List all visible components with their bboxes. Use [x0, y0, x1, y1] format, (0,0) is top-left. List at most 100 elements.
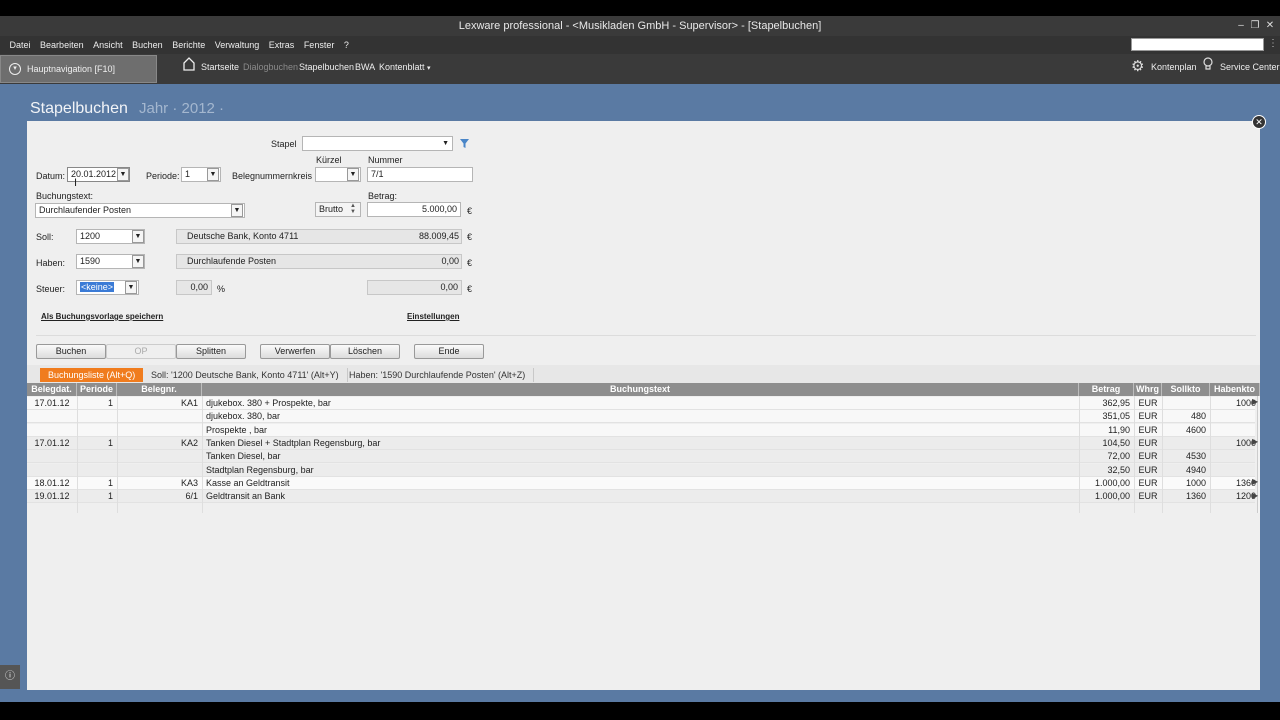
chevron-down-icon[interactable]: ▼: [231, 204, 243, 217]
column-header-habenkonto[interactable]: Habenkto: [1210, 383, 1260, 396]
save-template-link[interactable]: Als Buchungsvorlage speichern: [41, 312, 163, 321]
menu-bar: Datei Bearbeiten Ansicht Buchen Berichte…: [0, 36, 1280, 54]
column-header-buchungstext[interactable]: Buchungstext: [202, 383, 1079, 396]
soll-balance: 88.009,45: [418, 231, 459, 241]
cell-periode: [81, 464, 113, 477]
currency-symbol: €: [467, 284, 473, 294]
chevron-down-icon[interactable]: ▼: [125, 281, 137, 294]
op-button[interactable]: OP: [106, 344, 176, 359]
brutto-value: Brutto: [319, 204, 344, 214]
nummer-field[interactable]: 7/1: [367, 167, 473, 182]
nav-kontenblatt[interactable]: Kontenblatt: [379, 62, 425, 72]
menu-ansicht[interactable]: Ansicht: [90, 36, 126, 54]
cell-buchungstext: Stadtplan Regensburg, bar: [206, 464, 314, 475]
minimize-icon[interactable]: –: [1234, 16, 1248, 36]
haben-account-name: Durchlaufende Posten: [187, 256, 277, 266]
cell-habenkonto: [1214, 424, 1256, 437]
restore-icon[interactable]: ❐: [1248, 16, 1262, 36]
column-divider: [117, 396, 118, 513]
expand-icon[interactable]: ▶: [1252, 397, 1258, 406]
column-header-waehrung[interactable]: Whrg: [1134, 383, 1162, 396]
menu-fenster[interactable]: Fenster: [301, 36, 338, 54]
search-input[interactable]: [1131, 38, 1264, 51]
filter-icon[interactable]: [459, 138, 470, 149]
home-icon[interactable]: [183, 57, 195, 71]
menu-berichte[interactable]: Berichte: [169, 36, 208, 54]
column-header-belegdatum[interactable]: Belegdat.: [27, 383, 77, 396]
cell-belegdatum: 17.01.12: [34, 437, 70, 448]
chevron-down-icon: ▼: [442, 140, 449, 147]
close-window-icon[interactable]: ✕: [1263, 16, 1277, 36]
menu-help[interactable]: ?: [341, 36, 352, 54]
cell-habenkonto: 1360: [1235, 477, 1256, 488]
betrag-field[interactable]: 5.000,00: [367, 202, 461, 217]
spinner-arrows-icon[interactable]: ▲ ▼: [350, 203, 356, 215]
splitten-button[interactable]: Splitten: [176, 344, 246, 359]
buchungstext-label: Buchungstext:: [36, 191, 94, 201]
column-header-belegnr[interactable]: Belegnr.: [117, 383, 202, 396]
chevron-down-icon[interactable]: ▼: [347, 168, 359, 181]
cell-buchungstext: djukebox. 380, bar: [206, 411, 281, 422]
close-icon[interactable]: ✕: [1252, 115, 1266, 129]
cell-waehrung: EUR: [1138, 398, 1158, 408]
menu-verwaltung[interactable]: Verwaltung: [212, 36, 263, 54]
cell-sollkonto: 1000: [1185, 477, 1206, 488]
buchungstext-field[interactable]: Durchlaufender Posten: [35, 203, 245, 218]
menu-bearbeiten[interactable]: Bearbeiten: [37, 36, 87, 54]
verwerfen-button[interactable]: Verwerfen: [260, 344, 330, 359]
lightbulb-icon[interactable]: [1203, 57, 1213, 72]
chevron-down-icon[interactable]: ▼: [132, 255, 144, 268]
loeschen-button[interactable]: Löschen: [330, 344, 400, 359]
calendar-dropdown-icon[interactable]: ▼: [117, 168, 129, 181]
soll-account-info: Deutsche Bank, Konto 4711 88.009,45: [176, 229, 462, 244]
cell-betrag: 11,90: [1108, 424, 1130, 435]
menu-datei[interactable]: Datei: [7, 36, 34, 54]
tab-buchungsliste[interactable]: Buchungsliste (Alt+Q): [40, 368, 144, 382]
chevron-down-icon[interactable]: ▼: [132, 230, 144, 243]
expand-icon[interactable]: ▶: [1252, 477, 1258, 486]
info-icon[interactable]: ⓘ: [0, 665, 20, 689]
chevron-down-icon[interactable]: ▼: [207, 168, 219, 181]
cell-belegnr: 6/1: [185, 491, 198, 502]
cell-belegnr: KA1: [180, 398, 198, 408]
steuer-percent: 0,00: [176, 280, 212, 295]
gear-icon[interactable]: ⚙: [1131, 57, 1144, 75]
cell-sollkonto: 4600: [1185, 424, 1206, 435]
tab-soll[interactable]: Soll: '1200 Deutsche Bank, Konto 4711' (…: [143, 368, 348, 382]
nav-startseite[interactable]: Startseite: [201, 62, 239, 72]
soll-account-name: Deutsche Bank, Konto 4711: [187, 231, 299, 241]
column-header-sollkonto[interactable]: Sollkto: [1162, 383, 1210, 396]
stapel-label: Stapel: [271, 139, 297, 149]
buchen-button[interactable]: Buchen: [36, 344, 106, 359]
column-divider: [1079, 396, 1080, 513]
column-header-periode[interactable]: Periode: [77, 383, 117, 396]
nav-stapelbuchen[interactable]: Stapelbuchen: [299, 62, 354, 72]
nav-bwa[interactable]: BWA: [355, 62, 375, 72]
hauptnavigation-button[interactable]: ▾ Hauptnavigation [F10]: [0, 55, 157, 83]
cell-belegdatum: 18.01.12: [34, 477, 70, 488]
cell-belegnr: [121, 410, 198, 423]
stapel-select[interactable]: ▼: [302, 136, 453, 151]
expand-icon[interactable]: ▶: [1252, 491, 1258, 500]
cell-belegnr: [121, 424, 198, 437]
menu-buchen[interactable]: Buchen: [129, 36, 166, 54]
menu-extras[interactable]: Extras: [266, 36, 298, 54]
einstellungen-link[interactable]: Einstellungen: [407, 312, 459, 321]
cell-buchungstext: Geldtransit an Bank: [206, 491, 286, 502]
nav-service-center[interactable]: Service Center: [1220, 62, 1280, 72]
nav-dialogbuchen[interactable]: Dialogbuchen: [243, 62, 298, 72]
cell-waehrung: EUR: [1138, 424, 1158, 435]
cell-buchungstext: Kasse an Geldtransit: [206, 477, 290, 488]
nav-kontenplan[interactable]: Kontenplan: [1151, 62, 1197, 72]
column-divider: [1162, 396, 1163, 513]
column-divider: [202, 396, 203, 513]
cell-waehrung: EUR: [1138, 477, 1158, 488]
tab-haben[interactable]: Haben: '1590 Durchlaufende Posten' (Alt+…: [341, 368, 535, 382]
kontenblatt-dropdown-icon[interactable]: ▾: [427, 64, 431, 72]
cell-buchungstext: Tanken Diesel + Stadtplan Regensburg, ba…: [206, 437, 381, 448]
currency-symbol: €: [467, 258, 473, 268]
ende-button[interactable]: Ende: [414, 344, 484, 359]
divider: [36, 335, 1256, 336]
column-header-betrag[interactable]: Betrag: [1079, 383, 1134, 396]
expand-icon[interactable]: ▶: [1252, 437, 1258, 446]
